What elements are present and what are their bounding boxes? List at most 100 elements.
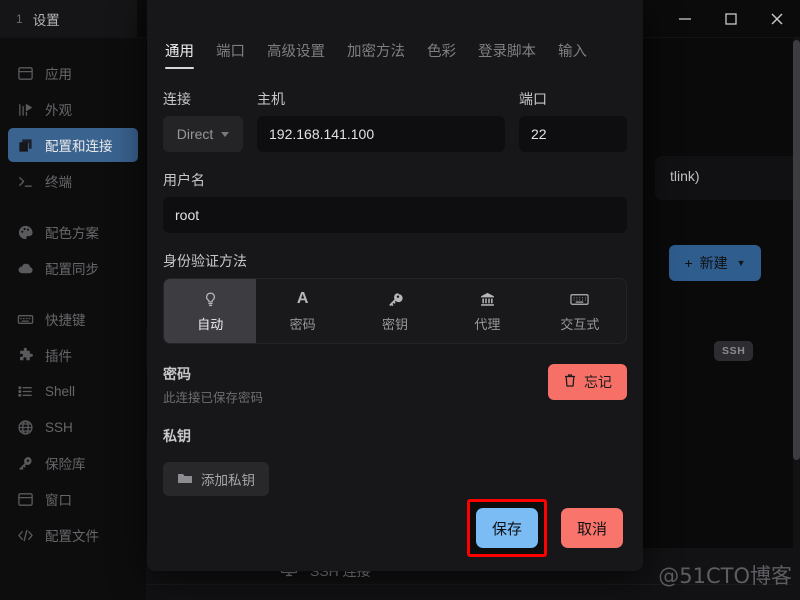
profile-settings-dialog: 通用 端口 高级设置 加密方法 色彩 登录脚本 输入 连接 Direct 主机 192.16… (147, 0, 643, 571)
host-label: 主机 (257, 91, 285, 107)
auth-method-segmented-control: 自动 A 密码 密钥 代理 交互式 (163, 278, 627, 344)
app-window: 1 设置 tlink) + 新建 ▼ SSH SSH (0, 0, 800, 600)
connection-row: 连接 Direct 主机 192.168.141.100 端口 22 (163, 89, 627, 152)
window-tab-settings[interactable]: 1 设置 (0, 0, 138, 37)
profiles-icon (17, 137, 34, 154)
sidebar-item-label: 配置文件 (45, 529, 99, 544)
private-key-label: 私钥 (163, 428, 191, 444)
letter-a-icon: A (296, 290, 309, 307)
add-private-key-label: 添加私钥 (201, 473, 255, 488)
port-field: 端口 22 (519, 89, 627, 152)
password-label: 密码 (163, 366, 191, 382)
status-badge: SSH (714, 341, 754, 361)
dialog-footer: 保存 取消 (466, 499, 623, 557)
sidebar-item-8[interactable]: Shell (8, 374, 138, 408)
background-card: tlink) (655, 156, 800, 200)
forget-password-button[interactable]: 忘记 (548, 364, 627, 400)
globe-icon (17, 419, 34, 436)
minimize-icon[interactable] (662, 0, 708, 37)
bank-icon (479, 290, 496, 309)
sidebar-item-10[interactable]: 保险库 (8, 446, 138, 480)
host-input[interactable]: 192.168.141.100 (257, 116, 505, 152)
dialog-form: 连接 Direct 主机 192.168.141.100 端口 22 用户名 r… (163, 69, 627, 496)
code-icon (17, 527, 34, 544)
sidebar-item-0[interactable]: 应用 (8, 56, 138, 90)
sidebar-item-5[interactable]: 配置同步 (8, 251, 138, 285)
auth-method-label: 身份验证方法 (163, 253, 247, 269)
dialog-tab-2[interactable]: 高级设置 (267, 40, 325, 69)
dialog-tabs: 通用 端口 高级设置 加密方法 色彩 登录脚本 输入 (163, 40, 627, 69)
connection-select[interactable]: Direct (163, 116, 243, 152)
key-icon (387, 290, 404, 309)
background-card-text: tlink) (670, 168, 700, 184)
sidebar-item-label: 窗口 (45, 493, 72, 508)
save-button-annotation: 保存 (466, 499, 547, 557)
dialog-tab-1[interactable]: 端口 (216, 40, 245, 69)
sidebar-item-label: 终端 (45, 175, 72, 190)
auth-option-label: 自动 (197, 316, 224, 332)
username-input[interactable]: root (163, 197, 627, 233)
chevron-down-icon[interactable]: ▼ (737, 258, 746, 268)
port-input[interactable]: 22 (519, 116, 627, 152)
auth-option-label: 交互式 (560, 316, 600, 332)
password-hint: 此连接已保存密码 (163, 391, 264, 405)
cloud-icon (17, 260, 34, 277)
auth-option-label: 密码 (289, 316, 316, 332)
password-text-block: 密码 此连接已保存密码 (163, 364, 263, 406)
lightbulb-icon (202, 290, 219, 309)
new-profile-button[interactable]: + 新建 ▼ (669, 245, 761, 281)
auth-option-3[interactable]: 代理 (441, 279, 533, 343)
auth-option-2[interactable]: 密钥 (349, 279, 441, 343)
cancel-button[interactable]: 取消 (560, 508, 623, 548)
sidebar-item-label: SSH (45, 419, 73, 435)
sidebar-item-label: 配置和连接 (45, 139, 113, 154)
sidebar-item-label: 配色方案 (45, 226, 99, 241)
key-icon (17, 455, 34, 472)
auth-option-0[interactable]: 自动 (164, 279, 257, 343)
username-field: 用户名 root (163, 170, 627, 233)
connection-label: 连接 (163, 91, 191, 107)
sidebar-item-4[interactable]: 配色方案 (8, 215, 138, 249)
keyboard-icon (570, 290, 589, 309)
scrollbar[interactable] (793, 38, 800, 600)
dialog-tab-3[interactable]: 加密方法 (347, 40, 405, 69)
sidebar-item-2[interactable]: 配置和连接 (8, 128, 138, 162)
dialog-tab-5[interactable]: 登录脚本 (478, 40, 536, 69)
sidebar-item-1[interactable]: 外观 (8, 92, 138, 126)
scrollbar-thumb[interactable] (793, 40, 800, 460)
forget-password-label: 忘记 (584, 374, 612, 390)
chevron-down-icon (221, 131, 230, 137)
auth-method-field: 身份验证方法 自动 A 密码 密钥 代理 交互式 (163, 251, 627, 344)
maximize-icon[interactable] (708, 0, 754, 37)
tab-index: 1 (16, 11, 23, 26)
sidebar-item-6[interactable]: 快捷键 (8, 302, 138, 336)
window-icon (17, 491, 34, 508)
sidebar-item-11[interactable]: 窗口 (8, 482, 138, 516)
sidebar-item-9[interactable]: SSH (8, 410, 138, 444)
appearance-icon (17, 101, 34, 118)
dialog-tab-4[interactable]: 色彩 (427, 40, 456, 69)
sidebar-item-3[interactable]: 终端 (8, 164, 138, 198)
sidebar-item-label: Shell (45, 383, 76, 399)
watermark: @51CTO博客 (658, 564, 792, 588)
sidebar-item-7[interactable]: 插件 (8, 338, 138, 372)
dialog-tab-0[interactable]: 通用 (165, 40, 194, 69)
window-controls (662, 0, 800, 37)
dialog-tab-6[interactable]: 输入 (558, 40, 587, 69)
auth-option-label: 密钥 (382, 316, 409, 332)
auth-option-1[interactable]: A 密码 (256, 279, 348, 343)
close-icon[interactable] (754, 0, 800, 37)
sidebar-item-label: 配置同步 (45, 262, 99, 277)
folder-icon (177, 471, 193, 488)
keyboard-icon (17, 311, 34, 328)
sidebar-item-12[interactable]: 配置文件 (8, 518, 138, 552)
add-private-key-button[interactable]: 添加私钥 (163, 462, 269, 496)
auth-option-4[interactable]: 交互式 (534, 279, 626, 343)
tab-label: 设置 (32, 12, 60, 28)
save-button[interactable]: 保存 (475, 508, 538, 548)
connection-field: 连接 Direct (163, 89, 243, 152)
connection-selected-value: Direct (176, 126, 214, 142)
sidebar-item-label: 插件 (45, 349, 72, 364)
